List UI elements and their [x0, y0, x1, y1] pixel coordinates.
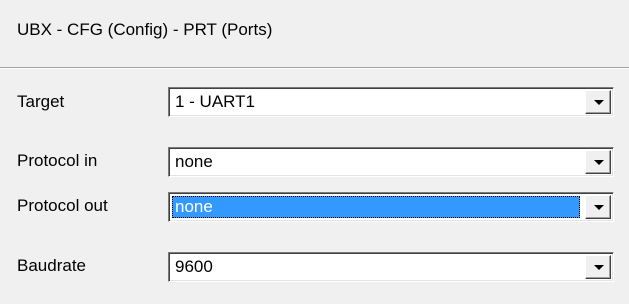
title-divider: [0, 67, 629, 69]
protocol-out-dropdown[interactable]: none: [168, 192, 614, 222]
panel-title: UBX - CFG (Config) - PRT (Ports): [17, 20, 273, 39]
protocol-in-dropdown[interactable]: none: [168, 147, 614, 177]
chevron-down-icon: [594, 100, 604, 105]
baudrate-dropdown-button[interactable]: [585, 255, 611, 279]
target-value: 1 - UART1: [175, 92, 255, 111]
protocol-out-dropdown-button[interactable]: [585, 195, 611, 219]
baudrate-label: Baudrate: [17, 256, 86, 275]
protocol-in-value: none: [175, 152, 213, 171]
target-dropdown[interactable]: 1 - UART1: [168, 87, 614, 117]
protocol-out-value: none: [172, 196, 580, 218]
chevron-down-icon: [594, 160, 604, 165]
chevron-down-icon: [594, 205, 604, 210]
protocol-in-dropdown-button[interactable]: [585, 150, 611, 174]
config-panel: UBX - CFG (Config) - PRT (Ports) Target …: [0, 0, 629, 304]
target-dropdown-button[interactable]: [585, 90, 611, 114]
protocol-out-label: Protocol out: [17, 196, 108, 215]
target-label: Target: [17, 92, 65, 111]
baudrate-dropdown[interactable]: 9600: [168, 252, 614, 282]
chevron-down-icon: [594, 265, 604, 270]
protocol-in-label: Protocol in: [17, 151, 98, 170]
baudrate-value: 9600: [175, 257, 213, 276]
